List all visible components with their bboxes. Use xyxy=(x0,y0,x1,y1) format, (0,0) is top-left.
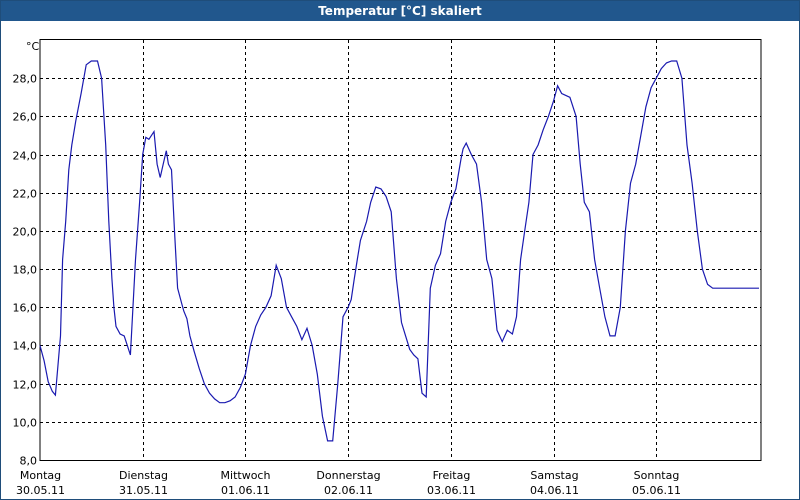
x-tick-day-label: Mittwoch xyxy=(221,469,271,482)
y-tick-label: 16,0 xyxy=(13,302,38,315)
y-tick-label: 28,0 xyxy=(13,73,38,86)
y-tick-label: 20,0 xyxy=(13,226,38,239)
x-tick-date-label: 31.05.11 xyxy=(119,484,168,497)
plot-area-frame xyxy=(39,39,762,461)
y-tick-label: 22,0 xyxy=(13,188,38,201)
x-tick-day-label: Samstag xyxy=(530,469,578,482)
y-tick-label: 14,0 xyxy=(13,340,38,353)
x-tick-date-label: 04.06.11 xyxy=(530,484,579,497)
y-tick-labels: 8,0 10,0 12,0 14,0 16,0 18,0 20,0 22,0 24,0 26,0 2… xyxy=(13,73,38,468)
y-tick-label: 10,0 xyxy=(13,417,38,430)
y-tick-label: 24,0 xyxy=(13,150,38,163)
x-tick-labels: Montag 30.05.11 Dienstag 31.05.11 Mittwoch 01… xyxy=(16,469,681,497)
y-unit-label: °C xyxy=(26,40,40,53)
x-tick-day-label: Freitag xyxy=(433,469,471,482)
x-tick-date-label: 02.06.11 xyxy=(324,484,373,497)
temperature-chart: °C 8,0 10,0 12,0 14,0 16,0 18,0 20,0 22,0 24,0 26… xyxy=(13,39,762,497)
x-tick-day-label: Donnerstag xyxy=(316,469,380,482)
y-tick-label: 8,0 xyxy=(20,455,38,468)
x-tick-date-label: 01.06.11 xyxy=(221,484,270,497)
y-tick-label: 18,0 xyxy=(13,264,38,277)
x-tick-date-label: 05.06.11 xyxy=(632,484,681,497)
x-tick-day-label: Sonntag xyxy=(634,469,680,482)
x-tick-day-label: Dienstag xyxy=(119,469,168,482)
x-tick-day-label: Montag xyxy=(20,469,61,482)
x-tick-date-label: 30.05.11 xyxy=(16,484,65,497)
y-tick-label: 12,0 xyxy=(13,379,38,392)
x-tick-date-label: 03.06.11 xyxy=(427,484,476,497)
y-tick-label: 26,0 xyxy=(13,111,38,124)
